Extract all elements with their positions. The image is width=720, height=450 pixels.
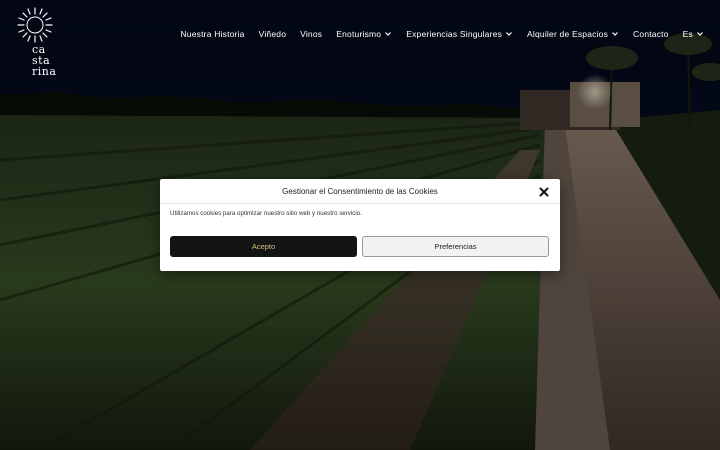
nav-item-nuestra-historia[interactable]: Nuestra Historia xyxy=(180,29,244,39)
nav-item-vinos[interactable]: Vinos xyxy=(300,29,322,39)
nav-item-label: Viñedo xyxy=(258,29,287,39)
modal-description: Utilizamos cookies para optimizar nuestr… xyxy=(170,210,362,217)
modal-divider xyxy=(160,203,560,204)
main-nav: Nuestra Historia Viñedo Vinos Enoturismo… xyxy=(166,27,704,41)
nav-item-contacto[interactable]: Contacto xyxy=(633,29,669,39)
chevron-down-icon xyxy=(385,32,392,36)
chevron-down-icon xyxy=(506,32,512,36)
logo-line: rina xyxy=(32,65,57,78)
nav-item-label: Vinos xyxy=(300,29,323,39)
accept-button[interactable]: Acepto xyxy=(170,236,357,257)
language-switcher[interactable]: Es xyxy=(683,29,704,39)
nav-item-label: Enoturismo xyxy=(336,29,382,39)
nav-item-label: Contacto xyxy=(633,29,669,39)
nav-item-label: Experiencias Singulares xyxy=(406,29,503,39)
sun-icon xyxy=(17,7,53,43)
modal-title: Gestionar el Consentimiento de las Cooki… xyxy=(282,187,438,196)
language-label: Es xyxy=(682,29,693,39)
nav-item-enoturismo[interactable]: Enoturismo xyxy=(336,29,392,39)
cookie-consent-modal: Gestionar el Consentimiento de las Cooki… xyxy=(160,179,560,271)
preferences-button[interactable]: Preferencias xyxy=(362,236,549,257)
logo-wordmark: ca sta rina xyxy=(32,44,72,77)
chevron-down-icon xyxy=(697,32,703,36)
nav-item-label: Nuestra Historia xyxy=(180,29,245,39)
nav-item-alquiler-de-espacios[interactable]: Alquiler de Espacios xyxy=(527,29,619,39)
site-header: ca sta rina Nuestra Historia Viñedo Vino… xyxy=(0,0,720,80)
chevron-down-icon xyxy=(612,32,618,36)
nav-item-label: Alquiler de Espacios xyxy=(527,29,609,39)
nav-item-experiencias-singulares[interactable]: Experiencias Singulares xyxy=(406,29,513,39)
brand-logo[interactable]: ca sta rina xyxy=(16,6,66,77)
nav-item-vinedo[interactable]: Viñedo xyxy=(259,29,287,39)
close-icon[interactable] xyxy=(539,187,549,197)
